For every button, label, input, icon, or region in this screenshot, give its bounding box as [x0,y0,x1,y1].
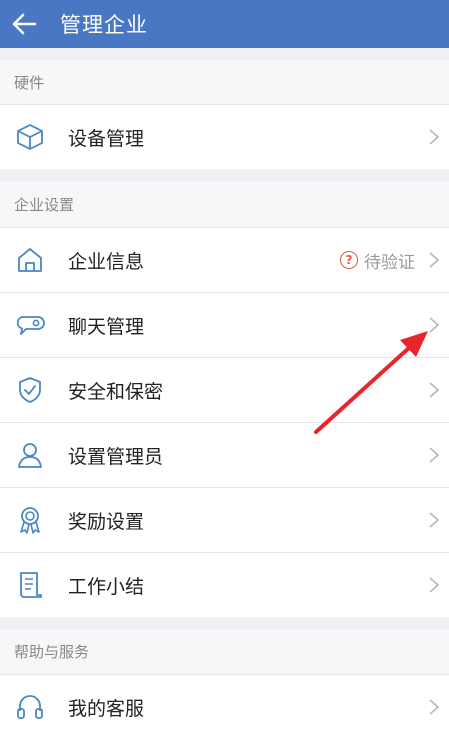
chat-bubble-icon [14,309,46,341]
menu-item-admin-setup[interactable]: 设置管理员 [0,423,449,487]
chevron-right-icon [429,129,440,145]
menu-item-label: 企业信息 [68,250,145,273]
menu-item-company-info[interactable]: 企业信息 ? 待验证 [0,228,449,292]
menu-item-label: 设备管理 [68,127,145,150]
menu-item-label: 设置管理员 [68,445,164,468]
chevron-right-icon [429,382,440,398]
section-title: 帮助与服务 [14,643,90,661]
spacer [0,169,449,181]
medal-icon [14,504,46,536]
menu-item-chat-management[interactable]: 聊天管理 [0,293,449,357]
status-text: 待验证 [364,252,415,273]
page-title: 管理企业 [60,13,148,37]
user-icon [14,439,46,471]
spacer [0,48,449,60]
chevron-right-icon [429,317,440,333]
menu-item-label: 聊天管理 [68,315,145,338]
question-circle-icon: ? [340,251,358,269]
menu-item-device-management[interactable]: 设备管理 [0,105,449,169]
section-header-help: 帮助与服务 [0,629,449,674]
chevron-right-icon [429,447,440,463]
section-title: 硬件 [14,73,45,92]
menu-item-security[interactable]: 安全和保密 [0,358,449,422]
arrow-left-icon [12,13,37,35]
section-header-hardware: 硬件 [0,60,449,104]
spacer [0,617,449,629]
shield-icon [14,374,46,406]
menu-item-label: 奖励设置 [68,510,145,533]
top-app-bar: 管理企业 [0,0,449,48]
headphones-icon [14,691,46,723]
box-icon [14,121,46,153]
document-icon [14,569,46,601]
menu-item-work-summary[interactable]: 工作小结 [0,553,449,617]
section-header-company-settings: 企业设置 [0,181,449,227]
menu-item-label: 我的客服 [68,697,145,720]
back-button[interactable] [0,0,48,48]
chevron-right-icon [429,699,440,715]
section-title: 企业设置 [14,195,75,214]
home-icon [14,244,46,276]
verification-status: ? 待验证 [340,248,415,273]
chevron-right-icon [429,252,440,268]
menu-item-label: 安全和保密 [68,380,164,403]
chevron-right-icon [429,577,440,593]
menu-item-my-service[interactable]: 我的客服 [0,675,449,739]
menu-item-rewards[interactable]: 奖励设置 [0,488,449,552]
chevron-right-icon [429,512,440,528]
menu-item-label: 工作小结 [68,575,145,598]
